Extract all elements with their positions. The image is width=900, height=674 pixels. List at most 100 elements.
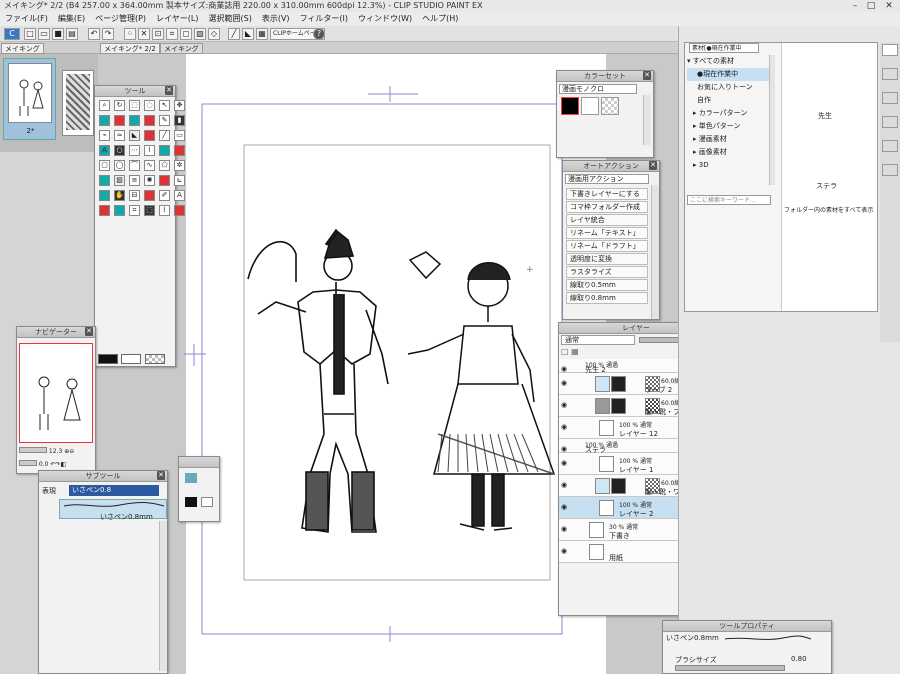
correct-icon[interactable]: ⌇ [144,145,155,156]
snap-ruler-icon[interactable]: ╱ [228,28,240,40]
transform-icon[interactable]: ◇ [208,28,220,40]
help-icon[interactable]: ? [313,28,325,40]
subtool-item-selected[interactable]: いさペン0.8mm [59,499,167,521]
main-color-swatch[interactable] [98,354,118,364]
tool-e-icon[interactable]: ⌇ [159,205,170,216]
stamp-icon[interactable] [159,175,170,186]
eye-icon[interactable]: ◉ [561,482,569,489]
mini-swatch-c[interactable] [201,497,213,507]
color-mix-icon[interactable] [144,190,155,201]
star-icon[interactable]: ✲ [174,160,185,171]
action-item[interactable]: リネーム「テキスト」 [566,227,648,239]
tool-b-icon[interactable] [114,205,125,216]
polygon-icon[interactable]: ⬠ [159,160,170,171]
save-icon[interactable]: ■ [52,28,64,40]
tree-image[interactable]: ▸ 画像素材 [687,146,769,159]
close-icon[interactable]: ✕ [85,327,93,336]
undo-icon[interactable]: ↶ [88,28,100,40]
menu-view[interactable]: 表示(V) [257,12,295,26]
blend-mode-select[interactable]: 通常 [561,335,635,345]
speed-line-icon[interactable]: ≡ [129,175,140,186]
material-show-all[interactable]: フォルダー内の素材をすべて表示 [784,205,873,214]
close-button[interactable]: ✕ [882,0,896,12]
figure-icon[interactable]: ╱ [159,130,170,141]
eye-icon[interactable]: ◉ [561,526,569,533]
maximize-button[interactable]: □ [864,0,878,12]
tree-manga[interactable]: ▸ 漫画素材 [687,133,769,146]
menu-file[interactable]: ファイル(F) [0,12,53,26]
airbrush-icon[interactable]: ✎ [159,115,170,126]
menu-page[interactable]: ページ管理(P) [90,12,151,26]
tool-f-icon[interactable] [174,205,185,216]
subtool-scrollbar[interactable] [159,521,167,671]
folder-icon[interactable] [882,44,898,56]
action-item[interactable]: 下書きレイヤーにする [566,188,648,200]
close-icon[interactable]: ✕ [643,71,651,80]
tree-mono-pattern[interactable]: ▸ 単色パターン [687,120,769,133]
menu-edit[interactable]: 編集(E) [53,12,90,26]
new-icon[interactable]: □ [24,28,36,40]
eye-icon[interactable]: ◉ [561,424,569,431]
autoaction-scrollbar[interactable] [651,185,659,319]
eyedropper-icon[interactable]: ⌁ [99,130,110,141]
tool-c-icon[interactable]: ⌗ [129,205,140,216]
select-all-icon[interactable]: ⁘ [124,28,136,40]
deselect-icon[interactable]: ✕ [138,28,150,40]
rotate-slider[interactable] [19,460,37,466]
colorset-scrollbar[interactable] [643,95,651,145]
color-transparent[interactable] [601,97,619,115]
export-icon[interactable]: ▤ [66,28,78,40]
tab-document-2[interactable]: メイキング [160,43,203,54]
action-item[interactable]: レイヤ統合 [566,214,648,226]
mini-swatch-a[interactable] [185,473,197,483]
subtool-tab[interactable]: いさペン0.8 [69,485,159,496]
tone-icon[interactable] [99,175,110,186]
eye-icon[interactable]: ◉ [561,446,569,453]
close-icon[interactable]: ✕ [165,86,173,95]
zoom-out-icon[interactable]: ⊖ [69,448,74,455]
sub-color-swatch[interactable] [121,354,141,364]
layer-move-icon[interactable] [99,190,110,201]
object-icon[interactable]: ↖ [159,100,170,111]
polyline-icon[interactable]: ⌒ [129,160,140,171]
tree-custom[interactable]: 自作 [687,94,769,107]
menu-selection[interactable]: 選択範囲(S) [204,12,257,26]
action-item[interactable]: 線取り0.5mm [566,279,648,291]
folder-icon[interactable] [882,68,898,80]
material-search[interactable]: ここに検索キーワード… [687,195,771,205]
pencil-tool-icon[interactable] [129,115,140,126]
tree-favorite[interactable]: お気に入りトーン [687,81,769,94]
selection-pen-icon[interactable]: ✐ [159,190,170,201]
blend-icon[interactable]: ≈ [114,130,125,141]
pen-tool-icon[interactable] [99,115,110,126]
autoaction-select[interactable]: 漫画用アクション [565,174,649,184]
gradient-icon[interactable] [144,130,155,141]
action-item[interactable]: 線取り0.8mm [566,292,648,304]
hatch-icon[interactable]: ▨ [114,175,125,186]
tab-document-1[interactable]: メイキング* 2/2 [100,43,160,54]
color-black[interactable] [561,97,579,115]
rotate-icon[interactable]: ↻ [114,100,125,111]
action-item[interactable]: 透明度に変換 [566,253,648,265]
snap-grid-icon[interactable]: ▦ [256,28,268,40]
close-icon[interactable]: ✕ [649,161,657,170]
mini-swatch-b[interactable] [185,497,197,507]
tool-a-icon[interactable] [99,205,110,216]
tree-color-pattern[interactable]: ▸ カラーパターン [687,107,769,120]
folder-icon[interactable] [882,116,898,128]
rect-icon[interactable]: ▢ [99,160,110,171]
navigator-preview[interactable] [19,343,93,443]
lock-icon[interactable]: □ [561,347,569,356]
line-icon[interactable]: ⋯ [129,145,140,156]
transparent-swatch[interactable] [145,354,165,364]
material-item[interactable]: 先生 [818,111,832,121]
crop-icon[interactable]: ⌗ [166,28,178,40]
eraser-icon[interactable]: ▮ [174,115,185,126]
menu-window[interactable]: ウィンドウ(W) [353,12,417,26]
tree-3d[interactable]: ▸ 3D [687,159,769,172]
zoom-slider[interactable] [19,447,47,453]
invert-selection-icon[interactable]: ⊡ [152,28,164,40]
tool-d-icon[interactable]: ⬚ [144,205,155,216]
zoom-icon[interactable]: ⌕ [99,100,110,111]
focus-line-icon[interactable]: ✺ [144,175,155,186]
